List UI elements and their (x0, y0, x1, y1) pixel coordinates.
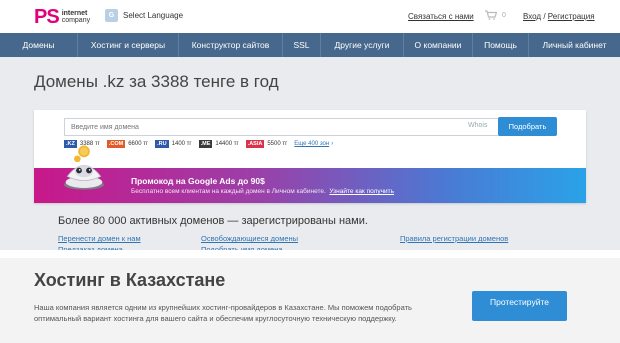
domain-search-card: Whois Подобрать .KZ 3388 тг .COM 6600 тг… (34, 110, 586, 203)
nav-item-domains[interactable]: Домены (0, 33, 78, 57)
zone-tag: .ME (198, 140, 213, 148)
logo-line-1: internet (61, 10, 88, 17)
robot-mascot-icon (64, 145, 104, 190)
language-selector[interactable]: G Select Language (105, 9, 183, 22)
try-hosting-button[interactable]: Протестируйте (472, 291, 567, 321)
cart-icon (485, 10, 497, 20)
nav-item-help[interactable]: Помощь (473, 33, 529, 57)
translate-icon: G (105, 9, 118, 22)
whois-toggle[interactable]: Whois (468, 122, 487, 129)
domain-search-button[interactable]: Подобрать (498, 117, 557, 136)
transfer-domain-link[interactable]: Перенести домен к нам (58, 234, 141, 243)
nav-item-hosting[interactable]: Хостинг и серверы (78, 33, 179, 57)
nav-item-other-services[interactable]: Другие услуги (321, 33, 404, 57)
promo-description: Бесплатно всем клиентам на каждый домен … (131, 188, 324, 195)
domain-title: Домены .kz за 3388 тенге в год (34, 72, 279, 91)
zone-asia[interactable]: .ASIA 5500 тг (245, 140, 288, 148)
released-domains-link[interactable]: Освобождающиеся домены (201, 234, 298, 243)
cart-button[interactable]: 0 (485, 10, 506, 20)
zone-price: 6600 тг (128, 141, 149, 147)
zone-com[interactable]: .COM 6600 тг (106, 140, 149, 148)
logo-subtitle: internet company (62, 10, 90, 24)
zone-ru[interactable]: .RU 1400 тг (155, 140, 192, 148)
more-zones-link[interactable]: Еще 400 зон (294, 141, 329, 147)
domain-search-input[interactable] (64, 118, 526, 136)
company-logo[interactable]: PS internet company (34, 6, 90, 28)
logo-mark: PS (34, 6, 60, 28)
zone-tag: .RU (155, 140, 169, 148)
domains-stats: Более 80 000 активных доменов — зарегист… (58, 215, 368, 227)
top-bar: PS internet company G Select Language Св… (0, 0, 620, 33)
cart-count: 0 (502, 11, 506, 19)
register-link[interactable]: Регистрация (548, 12, 595, 21)
hosting-title: Хостинг в Казахстане (34, 270, 226, 290)
nav-item-ssl[interactable]: SSL (283, 33, 321, 57)
nav-item-site-builder[interactable]: Конструктор сайтов (179, 33, 283, 57)
zone-price: 5500 тг (267, 141, 288, 147)
zone-me[interactable]: .ME 14400 тг (198, 140, 239, 148)
logo-line-2: company (61, 17, 91, 24)
login-link[interactable]: Вход (523, 12, 541, 21)
nav-item-account[interactable]: Личный кабинет (529, 33, 620, 57)
promo-title: Промокод на Google Ads до 90$ (131, 176, 265, 186)
main-nav: Домены Хостинг и серверы Конструктор сай… (0, 33, 620, 57)
promo-link[interactable]: Узнайте как получить (329, 188, 394, 195)
chevron-right-icon: › (331, 141, 334, 147)
registration-rules-link[interactable]: Правила регистрации доменов (400, 234, 508, 243)
language-label: Select Language (123, 11, 184, 20)
zone-price: 1400 тг (171, 141, 192, 147)
auth-links: Вход / Регистрация (523, 12, 595, 21)
nav-item-about[interactable]: О компании (404, 33, 473, 57)
zone-price: 14400 тг (215, 141, 239, 147)
hosting-description: Наша компания является одним из крупнейш… (34, 303, 412, 323)
promo-text: Бесплатно всем клиентам на каждый домен … (131, 188, 394, 195)
domain-section: Домены .kz за 3388 тенге в год Whois Под… (0, 57, 620, 254)
zone-tag: .ASIA (245, 140, 265, 148)
contact-link[interactable]: Связаться с нами (408, 12, 474, 21)
promo-banner: Промокод на Google Ads до 90$ Бесплатно … (34, 168, 586, 203)
auth-separator: / (541, 12, 548, 21)
hosting-section: Хостинг в Казахстане Наша компания являе… (0, 250, 620, 343)
